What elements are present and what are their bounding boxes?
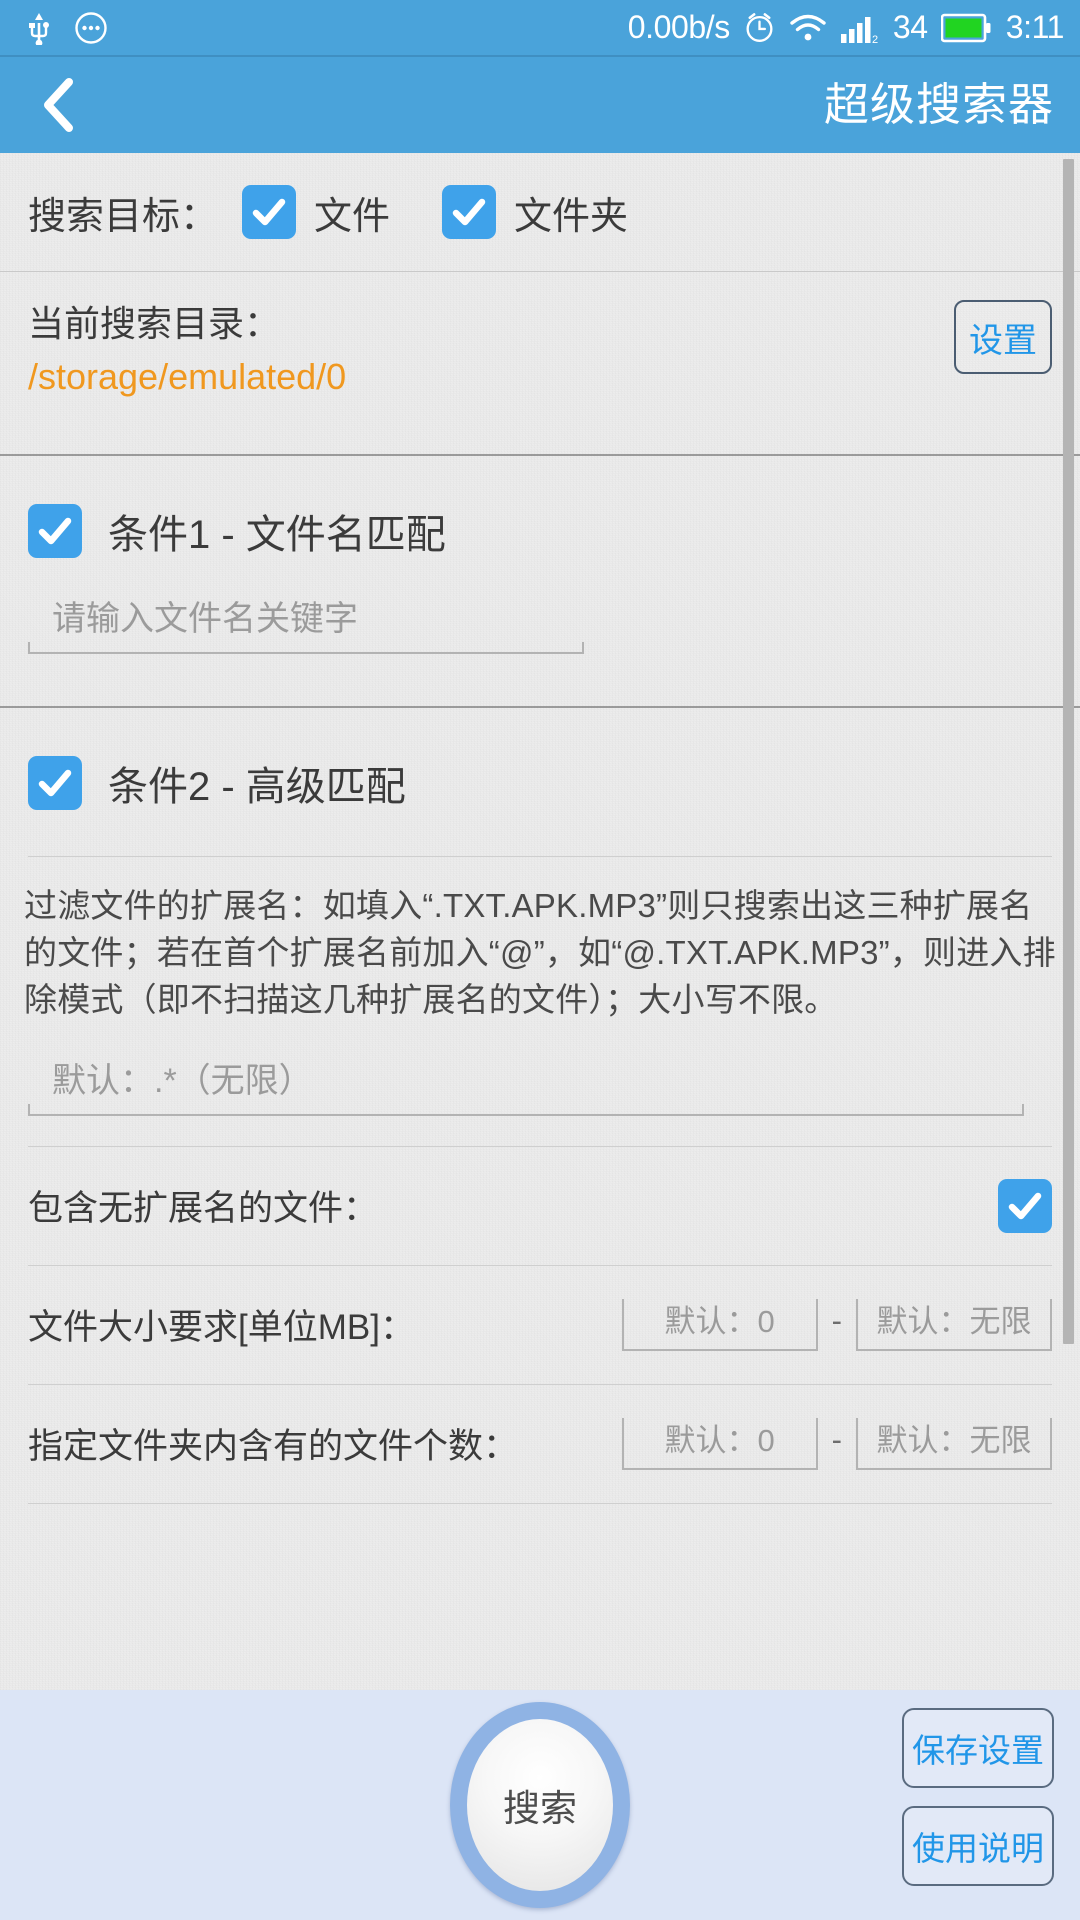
checkbox-file-box[interactable]	[242, 185, 297, 239]
condition2-title: 条件2 - 高级匹配	[108, 765, 406, 810]
filecount-min-placeholder: 默认：0	[664, 1422, 775, 1458]
network-speed: 0.00b/s	[627, 9, 731, 45]
extension-input-placeholder: 默认：.*（无限）	[52, 1061, 313, 1100]
current-directory-row: 当前搜索目录： /storage/emulated/0 设置	[0, 272, 1080, 432]
checkbox-folder-box[interactable]	[442, 185, 497, 239]
filecount-row: 指定文件夹内含有的文件个数： 默认：0 - 默认：无限	[0, 1385, 1080, 1503]
app-screen: 0.00b/s 2 34 3:11 超级搜索器 搜索目标： 文件 文件夹 当前搜…	[0, 0, 1080, 1920]
battery-level: 34	[892, 9, 928, 45]
divider-strong	[0, 454, 1080, 457]
filesize-max-input[interactable]: 默认：无限	[856, 1298, 1052, 1351]
settings-scroll-area[interactable]: 搜索目标： 文件 文件夹 当前搜索目录： /storage/emulated/0…	[0, 153, 1080, 1690]
save-settings-button[interactable]: 保存设置	[902, 1708, 1054, 1788]
condition1-checkbox[interactable]	[28, 504, 82, 559]
signal-bars-icon: 2	[840, 12, 880, 44]
filesize-label: 文件大小要求[单位MB]：	[28, 1308, 415, 1348]
checkbox-folder-label: 文件夹	[514, 195, 629, 238]
chevron-left-icon	[39, 76, 79, 134]
condition2-checkbox[interactable]	[28, 756, 82, 811]
bottom-side-buttons: 保存设置 使用说明	[902, 1708, 1054, 1886]
extension-input-wrap: 默认：.*（无限）	[0, 1028, 1080, 1146]
current-directory-label: 当前搜索目录：	[28, 303, 281, 344]
status-bar: 0.00b/s 2 34 3:11	[0, 0, 1080, 55]
status-bar-right-icons: 0.00b/s 2 34 3:11	[627, 9, 1065, 46]
checkbox-file[interactable]: 文件	[242, 185, 390, 240]
search-button[interactable]: 搜索	[450, 1702, 630, 1908]
checkbox-folder[interactable]: 文件夹	[442, 185, 628, 240]
divider-faint	[28, 1502, 1052, 1504]
filesize-range-dash: -	[831, 1302, 842, 1338]
checkbox-file-label: 文件	[314, 195, 391, 238]
filename-input-wrap: 请输入文件名关键字	[0, 560, 1080, 684]
filecount-min-input[interactable]: 默认：0	[621, 1417, 818, 1470]
help-button[interactable]: 使用说明	[902, 1806, 1054, 1886]
clock-time: 3:11	[1005, 9, 1065, 45]
filesize-row: 文件大小要求[单位MB]： 默认：0 - 默认：无限	[0, 1266, 1080, 1384]
battery-icon	[940, 13, 991, 43]
condition1-title: 条件1 - 文件名匹配	[108, 513, 446, 558]
filecount-label: 指定文件夹内含有的文件个数：	[28, 1427, 519, 1467]
extension-description: 过滤文件的扩展名：如填入“.TXT.APK.MP3”则只搜索出这三种扩展名的文件…	[24, 887, 1056, 1019]
filecount-max-placeholder: 默认：无限	[876, 1422, 1032, 1458]
page-title: 超级搜索器	[823, 78, 1054, 130]
filecount-range: 默认：0 - 默认：无限	[621, 1417, 1052, 1470]
vertical-scrollbar[interactable]	[1058, 153, 1080, 1690]
search-target-row: 搜索目标： 文件 文件夹	[0, 153, 1080, 271]
divider-strong	[0, 706, 1080, 709]
filesize-range: 默认：0 - 默认：无限	[621, 1298, 1052, 1351]
filecount-range-dash: -	[831, 1421, 842, 1457]
condition1-header[interactable]: 条件1 - 文件名匹配	[0, 456, 1080, 560]
more-circle-icon	[74, 11, 108, 45]
extension-input[interactable]: 默认：.*（无限）	[28, 1062, 1024, 1116]
svg-text:2: 2	[872, 34, 878, 44]
filesize-min-placeholder: 默认：0	[664, 1303, 775, 1339]
no-extension-label: 包含无扩展名的文件：	[28, 1189, 379, 1229]
app-bar: 超级搜索器	[0, 55, 1080, 153]
alarm-clock-icon	[743, 11, 776, 44]
condition2-header[interactable]: 条件2 - 高级匹配	[0, 708, 1080, 812]
scrollbar-thumb[interactable]	[1063, 159, 1074, 1344]
search-button-label: 搜索	[467, 1719, 613, 1891]
back-button[interactable]	[30, 76, 88, 134]
filename-input-placeholder: 请输入文件名关键字	[52, 600, 358, 639]
filecount-max-input[interactable]: 默认：无限	[856, 1417, 1052, 1470]
filesize-max-placeholder: 默认：无限	[876, 1303, 1032, 1339]
current-directory-path: /storage/emulated/0	[28, 356, 347, 398]
settings-button[interactable]: 设置	[954, 300, 1052, 374]
search-target-label: 搜索目标：	[28, 195, 219, 238]
status-bar-left-icons	[26, 11, 108, 45]
no-extension-row: 包含无扩展名的文件：	[0, 1147, 1080, 1265]
wifi-icon	[789, 13, 827, 43]
bottom-action-bar: 搜索 保存设置 使用说明	[0, 1690, 1080, 1920]
filesize-min-input[interactable]: 默认：0	[621, 1298, 818, 1351]
no-extension-checkbox[interactable]	[998, 1178, 1052, 1233]
usb-icon	[26, 11, 52, 45]
filename-input[interactable]: 请输入文件名关键字	[28, 600, 584, 655]
